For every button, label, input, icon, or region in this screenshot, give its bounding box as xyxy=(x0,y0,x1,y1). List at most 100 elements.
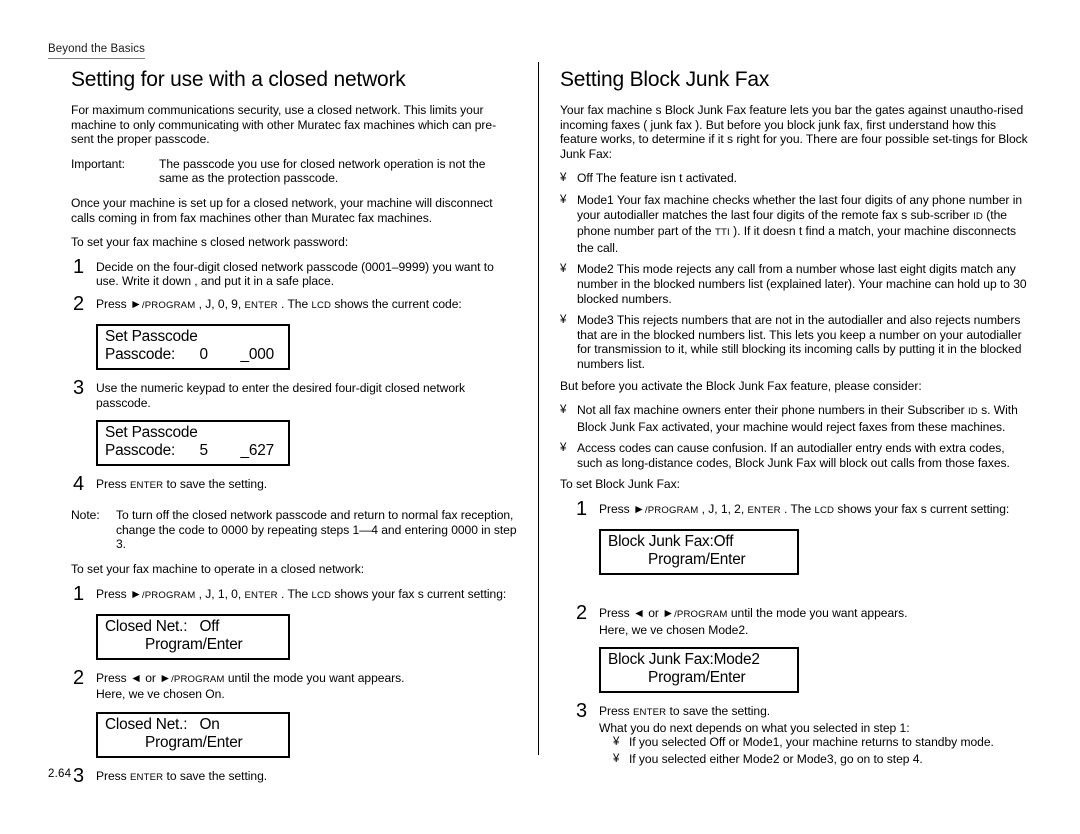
program-key-label: /program xyxy=(644,505,699,517)
lcd-label: lcd xyxy=(311,299,332,311)
lcd-line-1: Set Passcode xyxy=(105,424,198,442)
subscriber-text-a: Not all fax machine owners enter their p… xyxy=(577,403,968,418)
step-text: Press enter to save the setting. xyxy=(96,475,518,494)
step-text: Press enter to save the setting. What you… xyxy=(599,702,1030,769)
note-block: Note: To turn off the closed network pas… xyxy=(71,508,518,552)
left-column: Setting for use with a closed network Fo… xyxy=(48,68,518,792)
bullet-icon: ¥ xyxy=(560,404,567,417)
step-text: Press ►/program , J, 1, 0, enter . The l… xyxy=(96,585,518,604)
step-tail2: shows your fax s current setting: xyxy=(331,586,507,601)
enter-key-label: enter xyxy=(632,707,667,719)
step-tail: . The xyxy=(277,296,312,311)
step-number: 3 xyxy=(73,764,85,787)
intro-paragraph-right: Your fax machine s Block Junk Fax featur… xyxy=(560,103,1028,161)
step-3-enter-passcode: 3 Use the numeric keypad to enter the de… xyxy=(71,376,518,410)
id-label: id xyxy=(967,406,978,418)
important-text: The passcode you use for closed network … xyxy=(159,156,486,186)
subbullet-mode2-mode3: ¥ If you selected either Mode2 or Mode3,… xyxy=(599,752,1030,767)
bullet-mode3: ¥ Mode3 This rejects numbers that are no… xyxy=(560,313,1030,371)
lcd-label: lcd xyxy=(311,589,332,601)
lcd-line-1: Closed Net.: Off xyxy=(105,617,220,635)
step-number: 1 xyxy=(576,498,588,521)
step-number: 4 xyxy=(73,473,85,496)
running-header: Beyond the Basics xyxy=(48,42,145,59)
bullet-text: Mode2 This mode rejects any call from a … xyxy=(577,262,1027,306)
right-arrow-icon: ► xyxy=(662,606,675,621)
right-arrow-icon: ► xyxy=(159,670,172,685)
paragraph-closed-network: Once your machine is set up for a closed… xyxy=(71,195,493,225)
step-tail: . The xyxy=(780,502,815,517)
press-word: Press xyxy=(599,704,633,719)
important-label: Important: xyxy=(71,156,125,171)
note-label: Note: xyxy=(71,508,100,523)
step-number: 2 xyxy=(73,666,85,689)
lcd-display-set-passcode-5627: Set Passcode Passcode: 5 _627 xyxy=(96,420,290,467)
lcd-line-1: Block Junk Fax:Off xyxy=(608,533,734,551)
bullet-text: Not all fax machine owners enter their p… xyxy=(577,403,1030,434)
step-1-decide: 1 Decide on the four-digit closed networ… xyxy=(71,257,518,289)
step-number: 3 xyxy=(576,700,588,723)
important-note: Important: The passcode you use for clos… xyxy=(71,157,518,186)
enter-key-label: enter xyxy=(747,505,781,517)
or-word: or xyxy=(644,606,663,621)
press-word: Press xyxy=(599,606,633,621)
lcd-line-1: Block Junk Fax:Mode2 xyxy=(608,651,760,669)
id-label: id xyxy=(973,210,983,222)
bullet-icon: ¥ xyxy=(613,736,620,749)
bullet-icon: ¥ xyxy=(613,753,620,766)
subbullet-off-mode1: ¥ If you selected Off or Mode1, your mac… xyxy=(599,735,1030,750)
enter-key-label: enter xyxy=(244,299,278,311)
lcd-line-2: Program/Enter xyxy=(145,635,243,653)
key-sequence: , J, 1, 0, xyxy=(195,586,245,601)
mode1-text-a: Mode1 Your fax machine checks whether th… xyxy=(577,192,1023,222)
step-number: 3 xyxy=(73,376,85,399)
manual-page: Beyond the Basics Setting for use with a… xyxy=(0,0,1080,834)
lcd-display-set-passcode-0000: Set Passcode Passcode: 0 _000 xyxy=(96,323,290,370)
step-number: 2 xyxy=(73,292,85,315)
lcd-display-closed-net-on: Closed Net.: On Program/Enter xyxy=(96,711,290,758)
note-text: To turn off the closed network passcode … xyxy=(116,508,517,552)
lcd-display-block-junk-fax-mode2: Block Junk Fax:Mode2 Program/Enter xyxy=(599,647,799,694)
step-text: Press enter to save the setting. xyxy=(96,767,518,786)
bullet-text: Off The feature isn t activated. xyxy=(577,171,737,186)
press-word: Press xyxy=(599,502,633,517)
key-sequence: , J, 1, 2, xyxy=(698,502,748,517)
right-arrow-icon: ► xyxy=(632,502,645,517)
press-word: Press xyxy=(96,586,130,601)
subbullet-text: If you selected Off or Mode1, your machi… xyxy=(629,735,994,750)
intro-paragraph-left: For maximum communications security, use… xyxy=(71,103,497,147)
bullet-access-codes: ¥ Access codes can cause confusion. If a… xyxy=(560,441,1030,470)
program-key-label: /program xyxy=(141,589,196,601)
lcd-line-1: Set Passcode xyxy=(105,327,198,345)
bullet-icon: ¥ xyxy=(560,172,567,185)
bullet-mode1: ¥ Mode1 Your fax machine checks whether … xyxy=(560,193,1030,255)
lcd-line-2: Program/Enter xyxy=(145,733,243,751)
page-number: 2.64 xyxy=(48,768,72,780)
step-3-save-right: 3 Press enter to save the setting. What y… xyxy=(574,700,1030,769)
left-arrow-icon: ◄ xyxy=(632,606,645,621)
step-text: Use the numeric keypad to enter the desi… xyxy=(96,380,465,410)
lcd-line-1: Closed Net.: On xyxy=(105,715,220,733)
right-column: Setting Block Junk Fax Your fax machine … xyxy=(560,68,1030,775)
page-title-left: Setting for use with a closed network xyxy=(71,68,406,91)
bullet-text: Mode3 This rejects numbers that are not … xyxy=(577,313,1022,371)
step-tail: until the mode you want appears. xyxy=(727,606,908,621)
bullet-text: Mode1 Your fax machine checks whether th… xyxy=(577,193,1030,255)
bullet-icon: ¥ xyxy=(560,193,567,206)
lcd-label: lcd xyxy=(814,505,835,517)
lead-consider: But before you activate the Block Junk F… xyxy=(560,378,922,393)
bullet-off: ¥ Off The feature isn t activated. xyxy=(560,171,1030,186)
enter-key-label: enter xyxy=(129,480,164,492)
step-text: Press ►/program , J, 1, 2, enter . The l… xyxy=(599,500,1030,519)
subbullet-text: If you selected either Mode2 or Mode3, g… xyxy=(629,752,923,767)
step-b3-save: 3 Press enter to save the setting. xyxy=(71,764,518,787)
right-arrow-icon: ► xyxy=(129,586,142,601)
lcd-display-block-junk-fax-off: Block Junk Fax:Off Program/Enter xyxy=(599,529,799,576)
step-tail: until the mode you want appears. xyxy=(224,670,405,685)
press-word: Press xyxy=(96,670,130,685)
step-tail2: shows your fax s current setting: xyxy=(834,502,1010,517)
enter-key-label: enter xyxy=(244,589,278,601)
step-text: Decide on the four-digit closed network … xyxy=(96,259,494,289)
step-line-2: Here, we ve chosen On. xyxy=(96,687,225,702)
or-word: or xyxy=(141,670,160,685)
